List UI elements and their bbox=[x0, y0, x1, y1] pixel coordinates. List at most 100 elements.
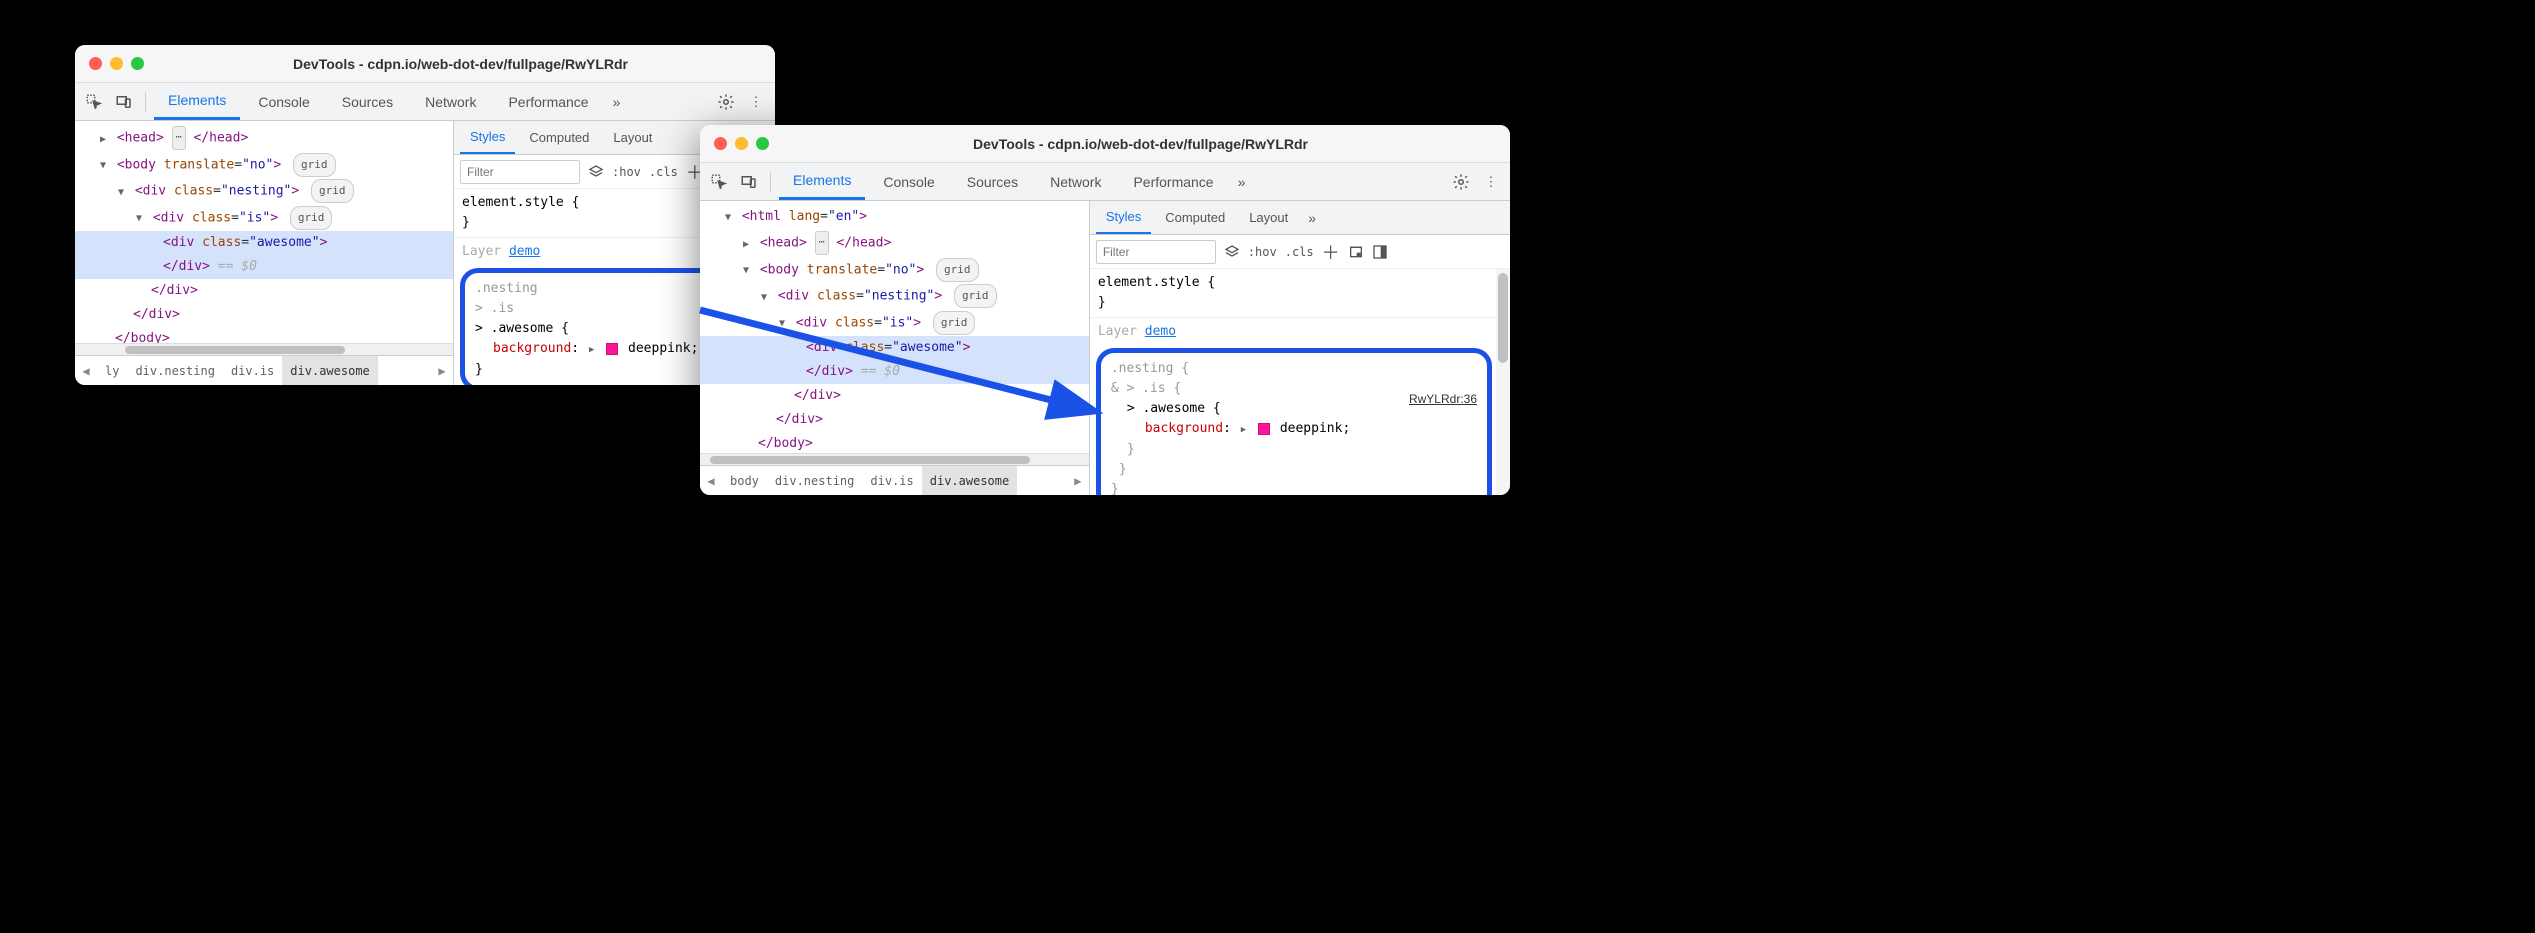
styles-tab-layout[interactable]: Layout bbox=[603, 121, 662, 154]
breadcrumb-prev[interactable]: ◀ bbox=[700, 474, 722, 488]
expander-icon[interactable]: ▶ bbox=[97, 129, 109, 151]
hov-toggle[interactable]: :hov bbox=[1248, 245, 1277, 259]
dom-node-awesome-open[interactable]: <div class="awesome"> bbox=[700, 336, 1089, 360]
crumb-nesting[interactable]: div.nesting bbox=[127, 356, 222, 385]
crumb-is[interactable]: div.is bbox=[223, 356, 282, 385]
vertical-scrollbar[interactable] bbox=[1496, 269, 1510, 495]
crumb-awesome[interactable]: div.awesome bbox=[922, 466, 1017, 495]
expander-icon[interactable]: ▼ bbox=[722, 207, 734, 229]
crumb-partial[interactable]: ly bbox=[97, 356, 127, 385]
dom-tree[interactable]: ▼ <html lang="en"> ▶ <head> ⋯ </head> ▼ … bbox=[700, 201, 1089, 453]
tab-network[interactable]: Network bbox=[411, 83, 490, 120]
ellipsis-badge[interactable]: ⋯ bbox=[815, 231, 829, 255]
cls-toggle[interactable]: .cls bbox=[649, 165, 678, 179]
styles-rules-body[interactable]: element.style { } Layer demo RwYLRdr:36 … bbox=[1090, 269, 1510, 495]
crumb-is[interactable]: div.is bbox=[862, 466, 921, 495]
scrollbar-thumb[interactable] bbox=[125, 346, 345, 354]
dom-node-head[interactable]: ▶ <head> ⋯ </head> bbox=[75, 125, 453, 152]
minimize-window-button[interactable] bbox=[735, 137, 748, 150]
settings-icon[interactable] bbox=[1448, 169, 1474, 195]
dom-node-head[interactable]: ▶ <head> ⋯ </head> bbox=[700, 230, 1089, 257]
dom-node-close-nesting[interactable]: </div> bbox=[700, 408, 1089, 432]
expand-shorthand-icon[interactable]: ▶ bbox=[1241, 425, 1246, 435]
grid-badge[interactable]: grid bbox=[954, 284, 997, 308]
inspect-icon[interactable] bbox=[706, 169, 732, 195]
tab-performance[interactable]: Performance bbox=[494, 83, 602, 120]
prop-value-deeppink[interactable]: deeppink bbox=[628, 341, 691, 356]
grid-badge[interactable]: grid bbox=[290, 206, 333, 230]
tab-console[interactable]: Console bbox=[869, 163, 948, 200]
styles-filter-input[interactable] bbox=[460, 160, 580, 184]
styles-overflow[interactable]: » bbox=[1302, 210, 1322, 226]
dom-node-awesome-close[interactable]: </div> == $0 bbox=[75, 255, 453, 279]
dom-node-html[interactable]: ▼ <html lang="en"> bbox=[700, 205, 1089, 230]
expander-icon[interactable]: ▼ bbox=[740, 260, 752, 282]
grid-badge[interactable]: grid bbox=[311, 179, 354, 203]
kebab-menu-icon[interactable]: ⋮ bbox=[743, 89, 769, 115]
dom-node-close-nesting[interactable]: </div> bbox=[75, 303, 453, 327]
dom-node-is[interactable]: ▼ <div class="is"> grid bbox=[75, 205, 453, 232]
horizontal-scrollbar[interactable] bbox=[700, 453, 1089, 465]
tab-performance[interactable]: Performance bbox=[1119, 163, 1227, 200]
kebab-menu-icon[interactable]: ⋮ bbox=[1478, 169, 1504, 195]
dom-node-body[interactable]: ▼ <body translate="no"> grid bbox=[75, 152, 453, 179]
tabs-overflow[interactable]: » bbox=[607, 94, 627, 110]
layer-link[interactable]: demo bbox=[509, 244, 540, 259]
cls-toggle[interactable]: .cls bbox=[1285, 245, 1314, 259]
hov-toggle[interactable]: :hov bbox=[612, 165, 641, 179]
expand-shorthand-icon[interactable]: ▶ bbox=[589, 345, 594, 355]
minimize-window-button[interactable] bbox=[110, 57, 123, 70]
tabs-overflow[interactable]: » bbox=[1232, 174, 1252, 190]
zoom-window-button[interactable] bbox=[756, 137, 769, 150]
element-style-section[interactable]: element.style { } bbox=[1090, 269, 1510, 318]
styles-tab-styles[interactable]: Styles bbox=[1096, 201, 1151, 234]
device-toggle-icon[interactable] bbox=[736, 169, 762, 195]
prop-name-background[interactable]: background bbox=[1145, 421, 1223, 436]
zoom-window-button[interactable] bbox=[131, 57, 144, 70]
grid-badge[interactable]: grid bbox=[293, 153, 336, 177]
dom-node-is[interactable]: ▼ <div class="is"> grid bbox=[700, 310, 1089, 337]
expander-icon[interactable]: ▼ bbox=[776, 313, 788, 335]
color-swatch-deeppink[interactable] bbox=[1258, 423, 1270, 435]
crumb-awesome[interactable]: div.awesome bbox=[282, 356, 377, 385]
grid-badge[interactable]: grid bbox=[933, 311, 976, 335]
layers-icon[interactable] bbox=[1224, 244, 1240, 260]
dom-node-awesome-open[interactable]: <div class="awesome"> bbox=[75, 231, 453, 255]
dom-node-close-body[interactable]: </body> bbox=[75, 327, 453, 343]
device-toggle-icon[interactable] bbox=[111, 89, 137, 115]
tab-sources[interactable]: Sources bbox=[328, 83, 407, 120]
scrollbar-thumb[interactable] bbox=[710, 456, 1030, 464]
styles-filter-input[interactable] bbox=[1096, 240, 1216, 264]
ellipsis-badge[interactable]: ⋯ bbox=[172, 126, 186, 150]
dom-tree[interactable]: ▶ <head> ⋯ </head> ▼ <body translate="no… bbox=[75, 121, 453, 343]
styles-tab-computed[interactable]: Computed bbox=[1155, 201, 1235, 234]
color-swatch-deeppink[interactable] bbox=[606, 343, 618, 355]
tab-network[interactable]: Network bbox=[1036, 163, 1115, 200]
breadcrumb-prev[interactable]: ◀ bbox=[75, 364, 97, 378]
dom-node-nesting[interactable]: ▼ <div class="nesting"> grid bbox=[700, 283, 1089, 310]
dom-node-nesting[interactable]: ▼ <div class="nesting"> grid bbox=[75, 178, 453, 205]
styles-tab-styles[interactable]: Styles bbox=[460, 121, 515, 154]
rendering-icon[interactable] bbox=[1372, 244, 1388, 260]
source-link[interactable]: RwYLRdr:36 bbox=[1409, 389, 1477, 409]
expander-icon[interactable]: ▼ bbox=[133, 208, 145, 230]
dom-node-close-is[interactable]: </div> bbox=[75, 279, 453, 303]
styles-tab-layout[interactable]: Layout bbox=[1239, 201, 1298, 234]
expander-icon[interactable]: ▶ bbox=[740, 234, 752, 256]
tab-elements[interactable]: Elements bbox=[779, 163, 865, 200]
prop-value-deeppink[interactable]: deeppink bbox=[1280, 421, 1343, 436]
crumb-body[interactable]: body bbox=[722, 466, 767, 495]
expander-icon[interactable]: ▼ bbox=[97, 155, 109, 177]
breadcrumb-next[interactable]: ▶ bbox=[1067, 474, 1089, 488]
inspect-icon[interactable] bbox=[81, 89, 107, 115]
layers-icon[interactable] bbox=[588, 164, 604, 180]
scrollbar-thumb[interactable] bbox=[1498, 273, 1508, 363]
new-rule-icon[interactable]: ＋ bbox=[1322, 239, 1340, 265]
styles-tab-computed[interactable]: Computed bbox=[519, 121, 599, 154]
computed-sidebar-icon[interactable] bbox=[1348, 244, 1364, 260]
tab-elements[interactable]: Elements bbox=[154, 83, 240, 120]
prop-name-background[interactable]: background bbox=[493, 341, 571, 356]
close-window-button[interactable] bbox=[714, 137, 727, 150]
layer-link[interactable]: demo bbox=[1145, 324, 1176, 339]
dom-node-awesome-close[interactable]: </div> == $0 bbox=[700, 360, 1089, 384]
